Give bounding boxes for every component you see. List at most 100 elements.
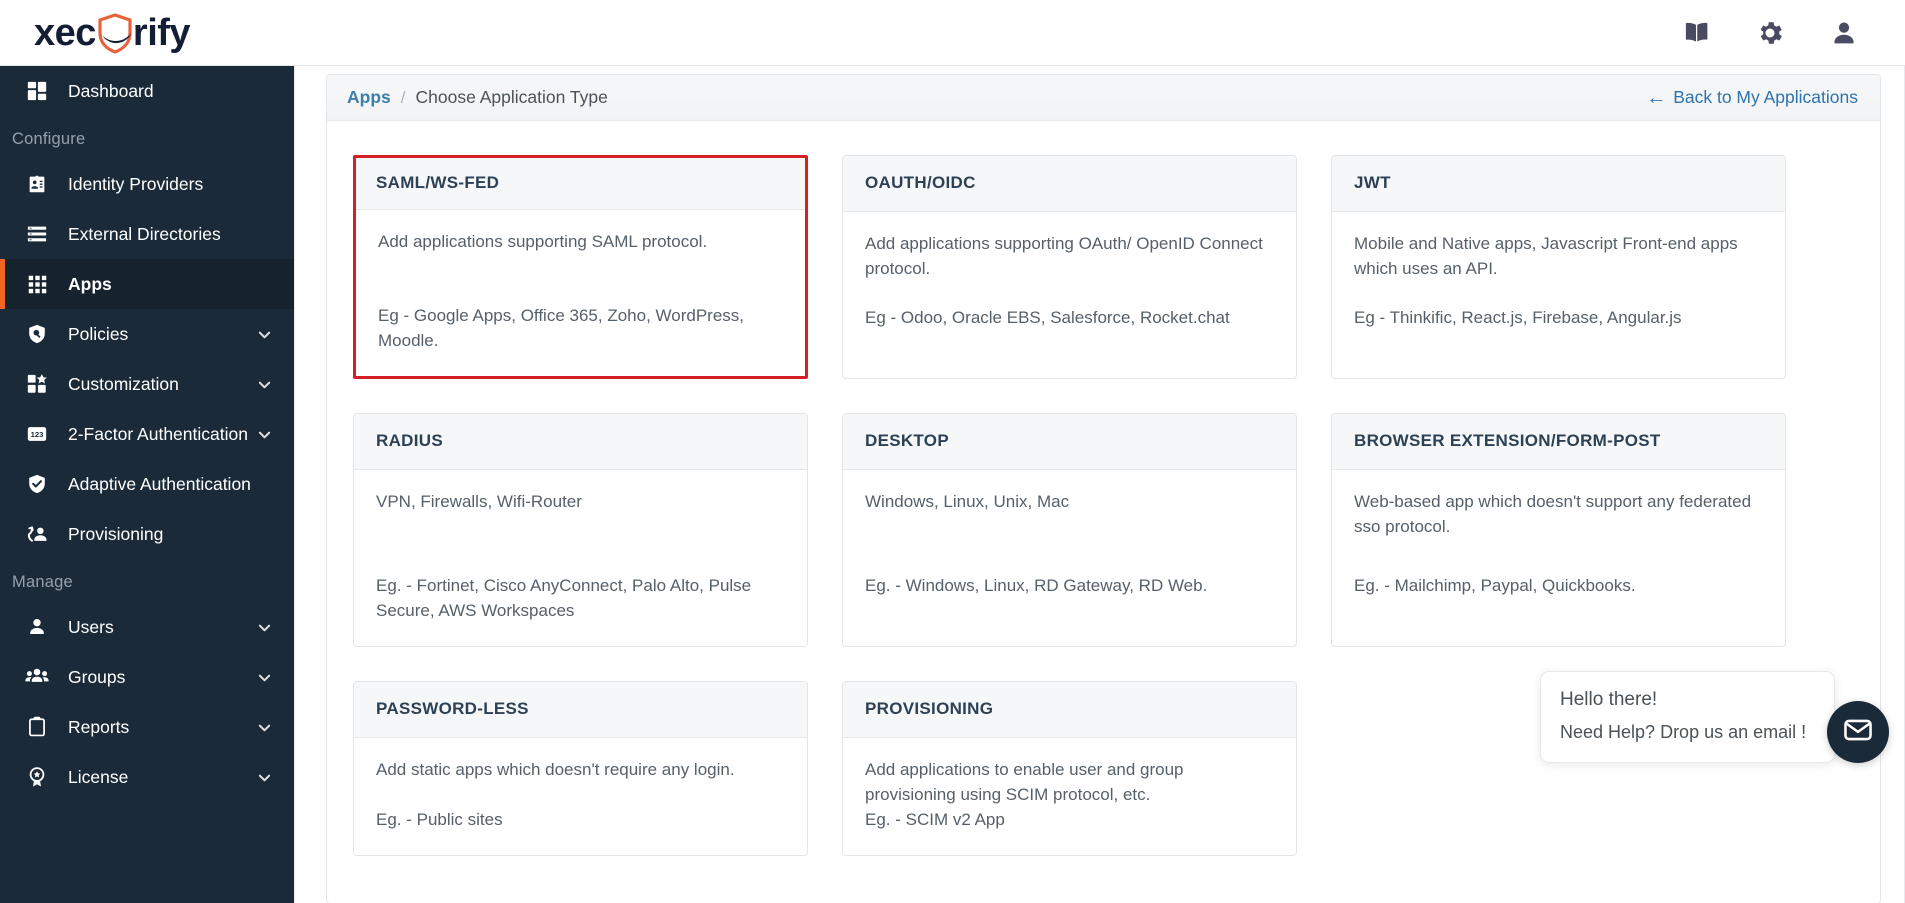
card-examples: Eg - Google Apps, Office 365, Zoho, Word… <box>378 306 745 350</box>
sidebar-item-groups[interactable]: Groups <box>0 652 294 702</box>
sidebar-item-external-directories[interactable]: External Directories <box>0 209 294 259</box>
card-body: Add applications to enable user and grou… <box>843 737 1296 855</box>
topbar-icon-group <box>1681 18 1905 48</box>
chat-prompt: Need Help? Drop us an email ! <box>1560 722 1807 742</box>
card-examples: Eg - Thinkific, React.js, Firebase, Angu… <box>1354 308 1682 327</box>
sidebar-item-customization[interactable]: Customization <box>0 359 294 409</box>
breadcrumb-separator: / <box>400 87 406 107</box>
sidebar-item-users[interactable]: Users <box>0 602 294 652</box>
app-type-card-radius[interactable]: RADIUS VPN, Firewalls, Wifi-Router Eg. -… <box>353 412 808 647</box>
card-examples: Eg. - SCIM v2 App <box>865 809 1005 829</box>
card-header: DESKTOP <box>843 413 1296 470</box>
sidebar-item-label: Groups <box>68 666 126 687</box>
xecurify-shield-logo <box>95 12 135 54</box>
sidebar-item-reports[interactable]: Reports <box>0 702 294 752</box>
card-title: RADIUS <box>376 430 443 450</box>
sidebar-item-label: Provisioning <box>68 523 164 544</box>
app-type-card-oauth-oidc[interactable]: OAUTH/OIDC Add applications supporting O… <box>842 155 1297 379</box>
email-envelope-icon <box>1842 714 1874 751</box>
two-factor-123-icon: 123 <box>24 421 50 447</box>
license-badge-icon <box>24 764 50 790</box>
sidebar-item-license[interactable]: License <box>0 752 294 802</box>
sidebar-item-adaptive-authentication[interactable]: Adaptive Authentication <box>0 459 294 509</box>
apps-grid-icon <box>24 271 50 297</box>
chat-tooltip: Hello there! Need Help? Drop us an email… <box>1540 671 1835 763</box>
back-arrow-icon: ← <box>1646 86 1667 109</box>
chevron-down-icon[interactable] <box>257 427 272 442</box>
card-title: OAUTH/OIDC <box>865 173 976 192</box>
policy-shield-icon <box>24 321 50 347</box>
card-header: PASSWORD-LESS <box>354 681 807 738</box>
card-description: Mobile and Native apps, Javascript Front… <box>1354 234 1738 278</box>
chevron-down-icon[interactable] <box>257 377 272 392</box>
sidebar-item-apps[interactable]: Apps <box>0 259 294 309</box>
card-body: Web-based app which doesn't support any … <box>1332 469 1785 621</box>
brand-name-after: rify <box>132 11 191 54</box>
app-type-card-jwt[interactable]: JWT Mobile and Native apps, Javascript F… <box>1331 155 1786 379</box>
card-description: Web-based app which doesn't support any … <box>1354 491 1752 536</box>
sidebar-item-2-factor-authentication[interactable]: 123 2-Factor Authentication <box>0 409 294 459</box>
user-profile-icon[interactable] <box>1829 18 1859 48</box>
top-header-bar: xec rify <box>0 0 1905 66</box>
clipboard-reports-icon <box>24 714 50 740</box>
main-content-area: Apps / Choose Application Type ← Back to… <box>294 66 1905 903</box>
sidebar-item-identity-providers[interactable]: Identity Providers <box>0 159 294 209</box>
card-header: PROVISIONING <box>843 681 1296 738</box>
chat-email-button[interactable] <box>1827 701 1889 763</box>
user-icon <box>24 614 50 640</box>
app-type-card-saml-ws-fed[interactable]: SAML/WS-FED Add applications supporting … <box>353 155 808 379</box>
sidebar-item-label: 2-Factor Authentication <box>68 423 248 444</box>
card-body: Add applications supporting OAuth/ OpenI… <box>843 212 1296 353</box>
card-examples: Eg - Odoo, Oracle EBS, Salesforce, Rocke… <box>865 308 1230 327</box>
list-directory-icon <box>24 221 50 247</box>
sidebar-item-label: License <box>68 766 129 787</box>
chevron-down-icon[interactable] <box>257 620 272 635</box>
sidebar-section-manage: Manage <box>12 573 73 591</box>
breadcrumb-current-page: Choose Application Type <box>415 87 608 107</box>
sidebar-item-policies[interactable]: Policies <box>0 309 294 359</box>
sidebar-item-dashboard[interactable]: Dashboard <box>0 66 294 116</box>
sidebar-item-label: Customization <box>68 373 179 394</box>
breadcrumb-link-apps[interactable]: Apps <box>347 87 391 108</box>
back-to-my-applications-link[interactable]: ← Back to My Applications <box>1646 87 1858 108</box>
back-link-label: Back to My Applications <box>1673 87 1858 107</box>
chat-greeting: Hello there! <box>1560 689 1658 710</box>
card-header: SAML/WS-FED <box>356 158 805 210</box>
id-card-icon <box>24 171 50 197</box>
brand-logo[interactable]: xec rify <box>0 0 294 66</box>
breadcrumb: Apps / Choose Application Type ← Back to… <box>327 75 1880 121</box>
app-type-card-desktop[interactable]: DESKTOP Windows, Linux, Unix, Mac Eg. - … <box>842 412 1297 647</box>
card-header: OAUTH/OIDC <box>843 156 1296 212</box>
card-title: JWT <box>1354 173 1391 192</box>
card-body: Add static apps which doesn't require an… <box>354 737 807 855</box>
app-type-card-provisioning[interactable]: PROVISIONING Add applications to enable … <box>842 680 1297 856</box>
provisioning-sync-user-icon <box>24 521 50 547</box>
card-description: Add applications supporting SAML protoco… <box>378 232 708 251</box>
chevron-down-icon[interactable] <box>257 720 272 735</box>
app-type-card-password-less[interactable]: PASSWORD-LESS Add static apps which does… <box>353 680 808 856</box>
sidebar-item-label: Dashboard <box>68 80 154 101</box>
sidebar-item-provisioning[interactable]: Provisioning <box>0 509 294 559</box>
card-body: Windows, Linux, Unix, Mac Eg. - Windows,… <box>843 469 1296 621</box>
chevron-down-icon[interactable] <box>257 327 272 342</box>
sidebar-item-label: Policies <box>68 323 129 344</box>
settings-gear-icon[interactable] <box>1755 18 1785 48</box>
brand-wordmark: xec rify <box>34 11 191 54</box>
chevron-down-icon[interactable] <box>257 670 272 685</box>
groups-icon <box>24 664 50 690</box>
card-header: JWT <box>1332 156 1785 212</box>
card-description: Add applications supporting OAuth/ OpenI… <box>865 234 1263 278</box>
card-title: BROWSER EXTENSION/FORM-POST <box>1354 430 1661 450</box>
dashboard-grid-icon <box>24 78 50 104</box>
card-header: RADIUS <box>354 413 807 470</box>
card-title: SAML/WS-FED <box>376 173 500 192</box>
page-panel: Apps / Choose Application Type ← Back to… <box>326 74 1881 903</box>
svg-text:123: 123 <box>31 430 44 439</box>
sidebar-section-configure: Configure <box>12 130 86 148</box>
app-type-card-browser-extension-form-post[interactable]: BROWSER EXTENSION/FORM-POST Web-based ap… <box>1331 412 1786 647</box>
card-description: VPN, Firewalls, Wifi-Router <box>376 491 582 511</box>
chevron-down-icon[interactable] <box>257 770 272 785</box>
sidebar-item-label: Identity Providers <box>68 173 204 194</box>
brand-name-before: xec <box>34 11 96 54</box>
docs-book-icon[interactable] <box>1681 18 1711 48</box>
